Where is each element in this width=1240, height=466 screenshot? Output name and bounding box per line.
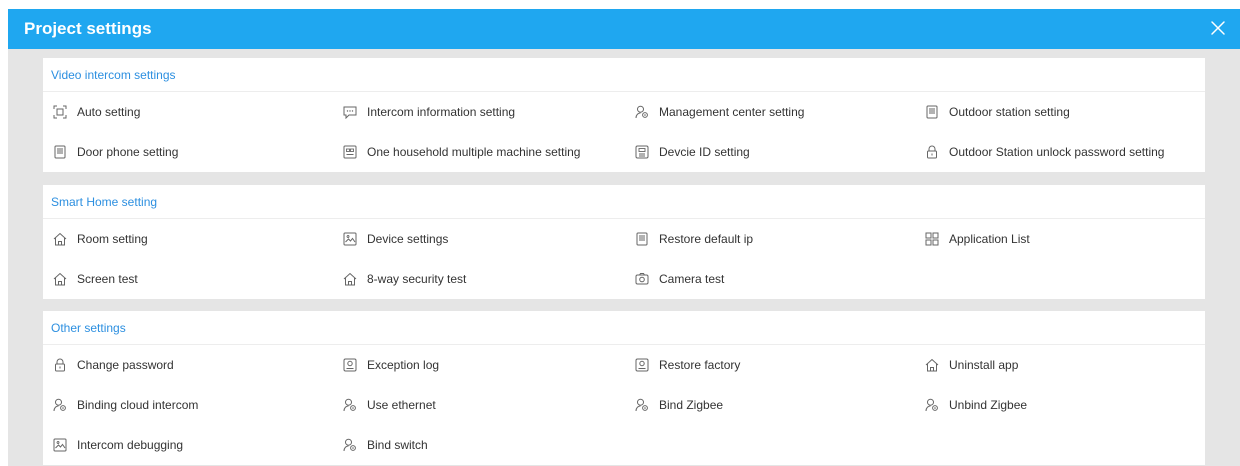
setting-item-intercom-debugging[interactable]: Intercom debugging	[43, 425, 333, 465]
section-header: Other settings	[43, 311, 1205, 345]
setting-item-unbind-zigbee[interactable]: Unbind Zigbee	[915, 385, 1205, 425]
setting-item-label: Restore default ip	[659, 232, 754, 246]
setting-item-label: Use ethernet	[367, 398, 436, 412]
setting-item-binding-cloud-intercom[interactable]: Binding cloud intercom	[43, 385, 333, 425]
section-other-settings: Other settings Change password Exception …	[43, 311, 1205, 465]
setting-item-uninstall-app[interactable]: Uninstall app	[915, 345, 1205, 385]
setting-item-label: Exception log	[367, 358, 440, 372]
lock-icon	[925, 145, 939, 159]
settings-grid: Room setting Device settings Restore defau…	[43, 219, 1205, 299]
settings-window: Project settings Video intercom settings…	[8, 9, 1240, 466]
user-settings-icon	[343, 438, 357, 452]
multi-device-icon	[343, 145, 357, 159]
setting-item-label: Outdoor Station unlock password setting	[949, 145, 1165, 159]
setting-item-change-password[interactable]: Change password	[43, 345, 333, 385]
setting-item-outdoor-station-unlock-password-setting[interactable]: Outdoor Station unlock password setting	[915, 132, 1205, 172]
setting-item-restore-default-ip[interactable]: Restore default ip	[625, 219, 915, 259]
setting-item-label: Application List	[949, 232, 1030, 246]
section-title: Other settings	[51, 320, 126, 335]
setting-item-label: Uninstall app	[949, 358, 1019, 372]
image-monitor-icon	[53, 438, 67, 452]
setting-item-label: Screen test	[77, 272, 138, 286]
setting-item-label: Camera test	[659, 272, 725, 286]
settings-grid: Auto setting Intercom information setting…	[43, 92, 1205, 172]
setting-item-devcie-id-setting[interactable]: Devcie ID setting	[625, 132, 915, 172]
setting-item-label: Outdoor station setting	[949, 105, 1070, 119]
device-panel-icon	[925, 105, 939, 119]
setting-item-use-ethernet[interactable]: Use ethernet	[333, 385, 625, 425]
home-icon	[53, 232, 67, 246]
page-title: Project settings	[24, 19, 152, 38]
section-video-intercom: Video intercom settings Auto setting Inte…	[43, 58, 1205, 172]
device-panel-icon	[635, 232, 649, 246]
scan-icon	[53, 105, 67, 119]
lock-icon	[53, 358, 67, 372]
message-icon	[343, 105, 357, 119]
title-bar: Project settings	[8, 9, 1240, 49]
setting-item-one-household-multiple-machine-setting[interactable]: One household multiple machine setting	[333, 132, 625, 172]
setting-item-label: Auto setting	[77, 105, 141, 119]
setting-item-camera-test[interactable]: Camera test	[625, 259, 915, 299]
home-icon	[343, 272, 357, 286]
setting-item-label: Door phone setting	[77, 145, 179, 159]
log-icon	[343, 358, 357, 372]
section-smart-home: Smart Home setting Room setting Device se…	[43, 185, 1205, 299]
log-icon	[635, 358, 649, 372]
setting-item-bind-switch[interactable]: Bind switch	[333, 425, 625, 465]
setting-item-management-center-setting[interactable]: Management center setting	[625, 92, 915, 132]
setting-item-bind-zigbee[interactable]: Bind Zigbee	[625, 385, 915, 425]
setting-item-8-way-security-test[interactable]: 8-way security test	[333, 259, 625, 299]
user-settings-icon	[635, 105, 649, 119]
setting-item-label: One household multiple machine setting	[367, 145, 581, 159]
setting-item-label: Bind Zigbee	[659, 398, 724, 412]
setting-item-label: Room setting	[77, 232, 148, 246]
settings-grid: Change password Exception log Restore fact…	[43, 345, 1205, 465]
section-header: Smart Home setting	[43, 185, 1205, 219]
section-title: Smart Home setting	[51, 194, 158, 209]
home-icon	[53, 272, 67, 286]
device-panel-icon	[53, 145, 67, 159]
close-icon[interactable]	[1208, 18, 1228, 38]
setting-item-label: Restore factory	[659, 358, 741, 372]
id-device-icon	[635, 145, 649, 159]
setting-item-outdoor-station-setting[interactable]: Outdoor station setting	[915, 92, 1205, 132]
section-header: Video intercom settings	[43, 58, 1205, 92]
grid-icon	[925, 232, 939, 246]
setting-item-label: Binding cloud intercom	[77, 398, 199, 412]
user-settings-icon	[635, 398, 649, 412]
setting-item-device-settings[interactable]: Device settings	[333, 219, 625, 259]
setting-item-auto-setting[interactable]: Auto setting	[43, 92, 333, 132]
setting-item-label: 8-way security test	[367, 272, 467, 286]
camera-icon	[635, 272, 649, 286]
setting-item-room-setting[interactable]: Room setting	[43, 219, 333, 259]
setting-item-door-phone-setting[interactable]: Door phone setting	[43, 132, 333, 172]
setting-item-application-list[interactable]: Application List	[915, 219, 1205, 259]
setting-item-label: Devcie ID setting	[659, 145, 750, 159]
home-icon	[925, 358, 939, 372]
setting-item-label: Unbind Zigbee	[949, 398, 1028, 412]
setting-item-restore-factory[interactable]: Restore factory	[625, 345, 915, 385]
setting-item-label: Intercom information setting	[367, 105, 516, 119]
user-settings-icon	[343, 398, 357, 412]
setting-item-intercom-information-setting[interactable]: Intercom information setting	[333, 92, 625, 132]
user-settings-icon	[925, 398, 939, 412]
user-settings-icon	[53, 398, 67, 412]
setting-item-screen-test[interactable]: Screen test	[43, 259, 333, 299]
image-monitor-icon	[343, 232, 357, 246]
section-title: Video intercom settings	[51, 67, 176, 82]
setting-item-label: Bind switch	[367, 438, 428, 452]
setting-item-label: Management center setting	[659, 105, 805, 119]
setting-item-label: Intercom debugging	[77, 438, 184, 452]
setting-item-exception-log[interactable]: Exception log	[333, 345, 625, 385]
setting-item-label: Change password	[77, 358, 174, 372]
setting-item-label: Device settings	[367, 232, 449, 246]
